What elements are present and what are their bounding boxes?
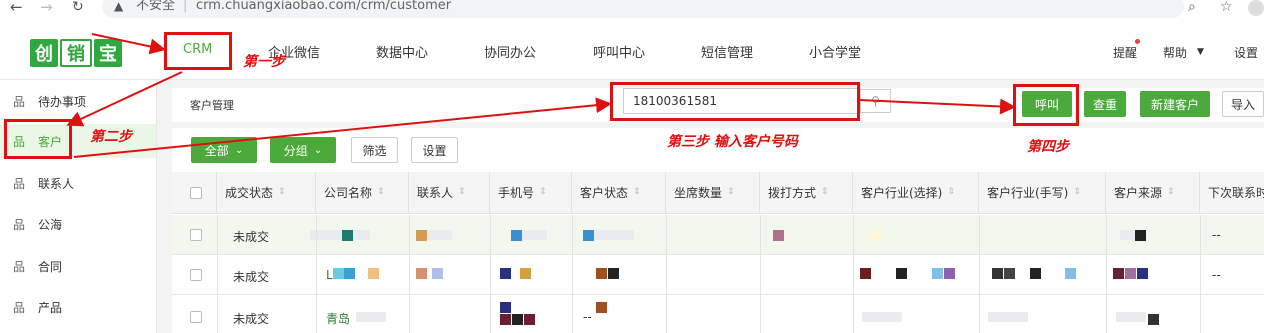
annotation-arrow <box>73 97 612 158</box>
annotation-arrows <box>66 33 1016 158</box>
annotation-arrow <box>859 98 1016 115</box>
annotation-arrow <box>91 33 166 55</box>
annotation-arrow <box>66 71 183 127</box>
